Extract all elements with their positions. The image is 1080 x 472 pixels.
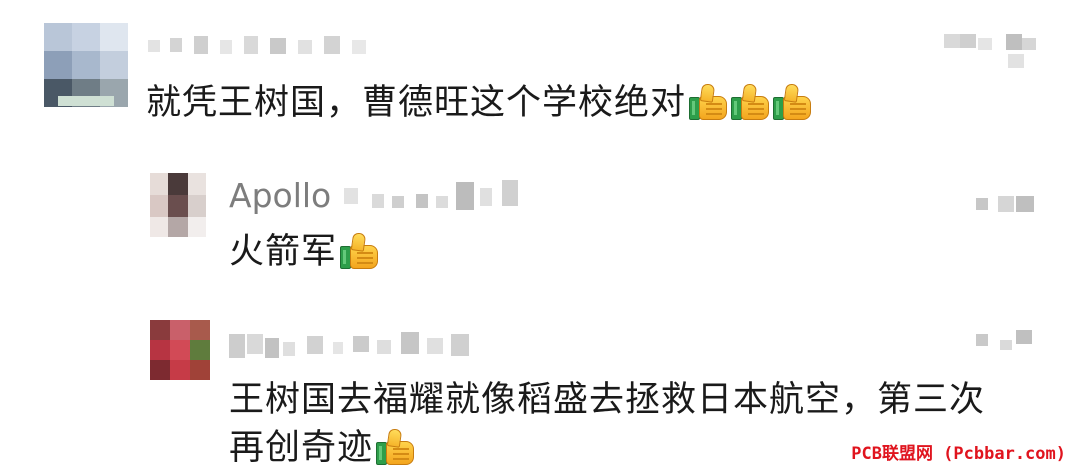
comment-1-text: 就凭王树国，曹德旺这个学校绝对 (146, 79, 812, 127)
thumbs-up-icon (688, 83, 728, 120)
reply-2-meta-censored (976, 330, 1038, 352)
reply-2-text-line1: 王树国去福耀就像稻盛去拯救日本航空，第三次 (229, 380, 986, 420)
reply-1-body: 火箭军 (229, 232, 338, 272)
thumbs-up-icon (730, 83, 770, 120)
comment-1-body: 就凭王树国，曹德旺这个学校绝对 (146, 83, 687, 123)
thumbs-up-icon (375, 428, 415, 465)
reply-1-meta-censored (976, 196, 1038, 214)
reply-1-avatar[interactable] (150, 173, 206, 237)
reply-2-body-line2: 再创奇迹 (229, 428, 374, 468)
thumbs-up-icon (772, 83, 812, 120)
reply-1-text: 火箭军 (229, 228, 379, 276)
comment-1-avatar[interactable] (44, 23, 128, 107)
reply-2-username-censored[interactable] (229, 328, 475, 364)
reply-1-username[interactable]: Apollo (229, 176, 331, 216)
comment-1-username-censored[interactable] (148, 34, 378, 56)
watermark: PCB联盟网 (Pcbbar.com) (851, 444, 1066, 464)
reply-2-text-line2: 再创奇迹 (229, 424, 415, 472)
reply-1-username-censored (344, 178, 530, 214)
comment-1-meta-censored (944, 34, 1040, 70)
reply-2-avatar[interactable] (150, 320, 210, 380)
comment-1-avatar-edge (58, 96, 114, 106)
thumbs-up-icon (339, 232, 379, 269)
